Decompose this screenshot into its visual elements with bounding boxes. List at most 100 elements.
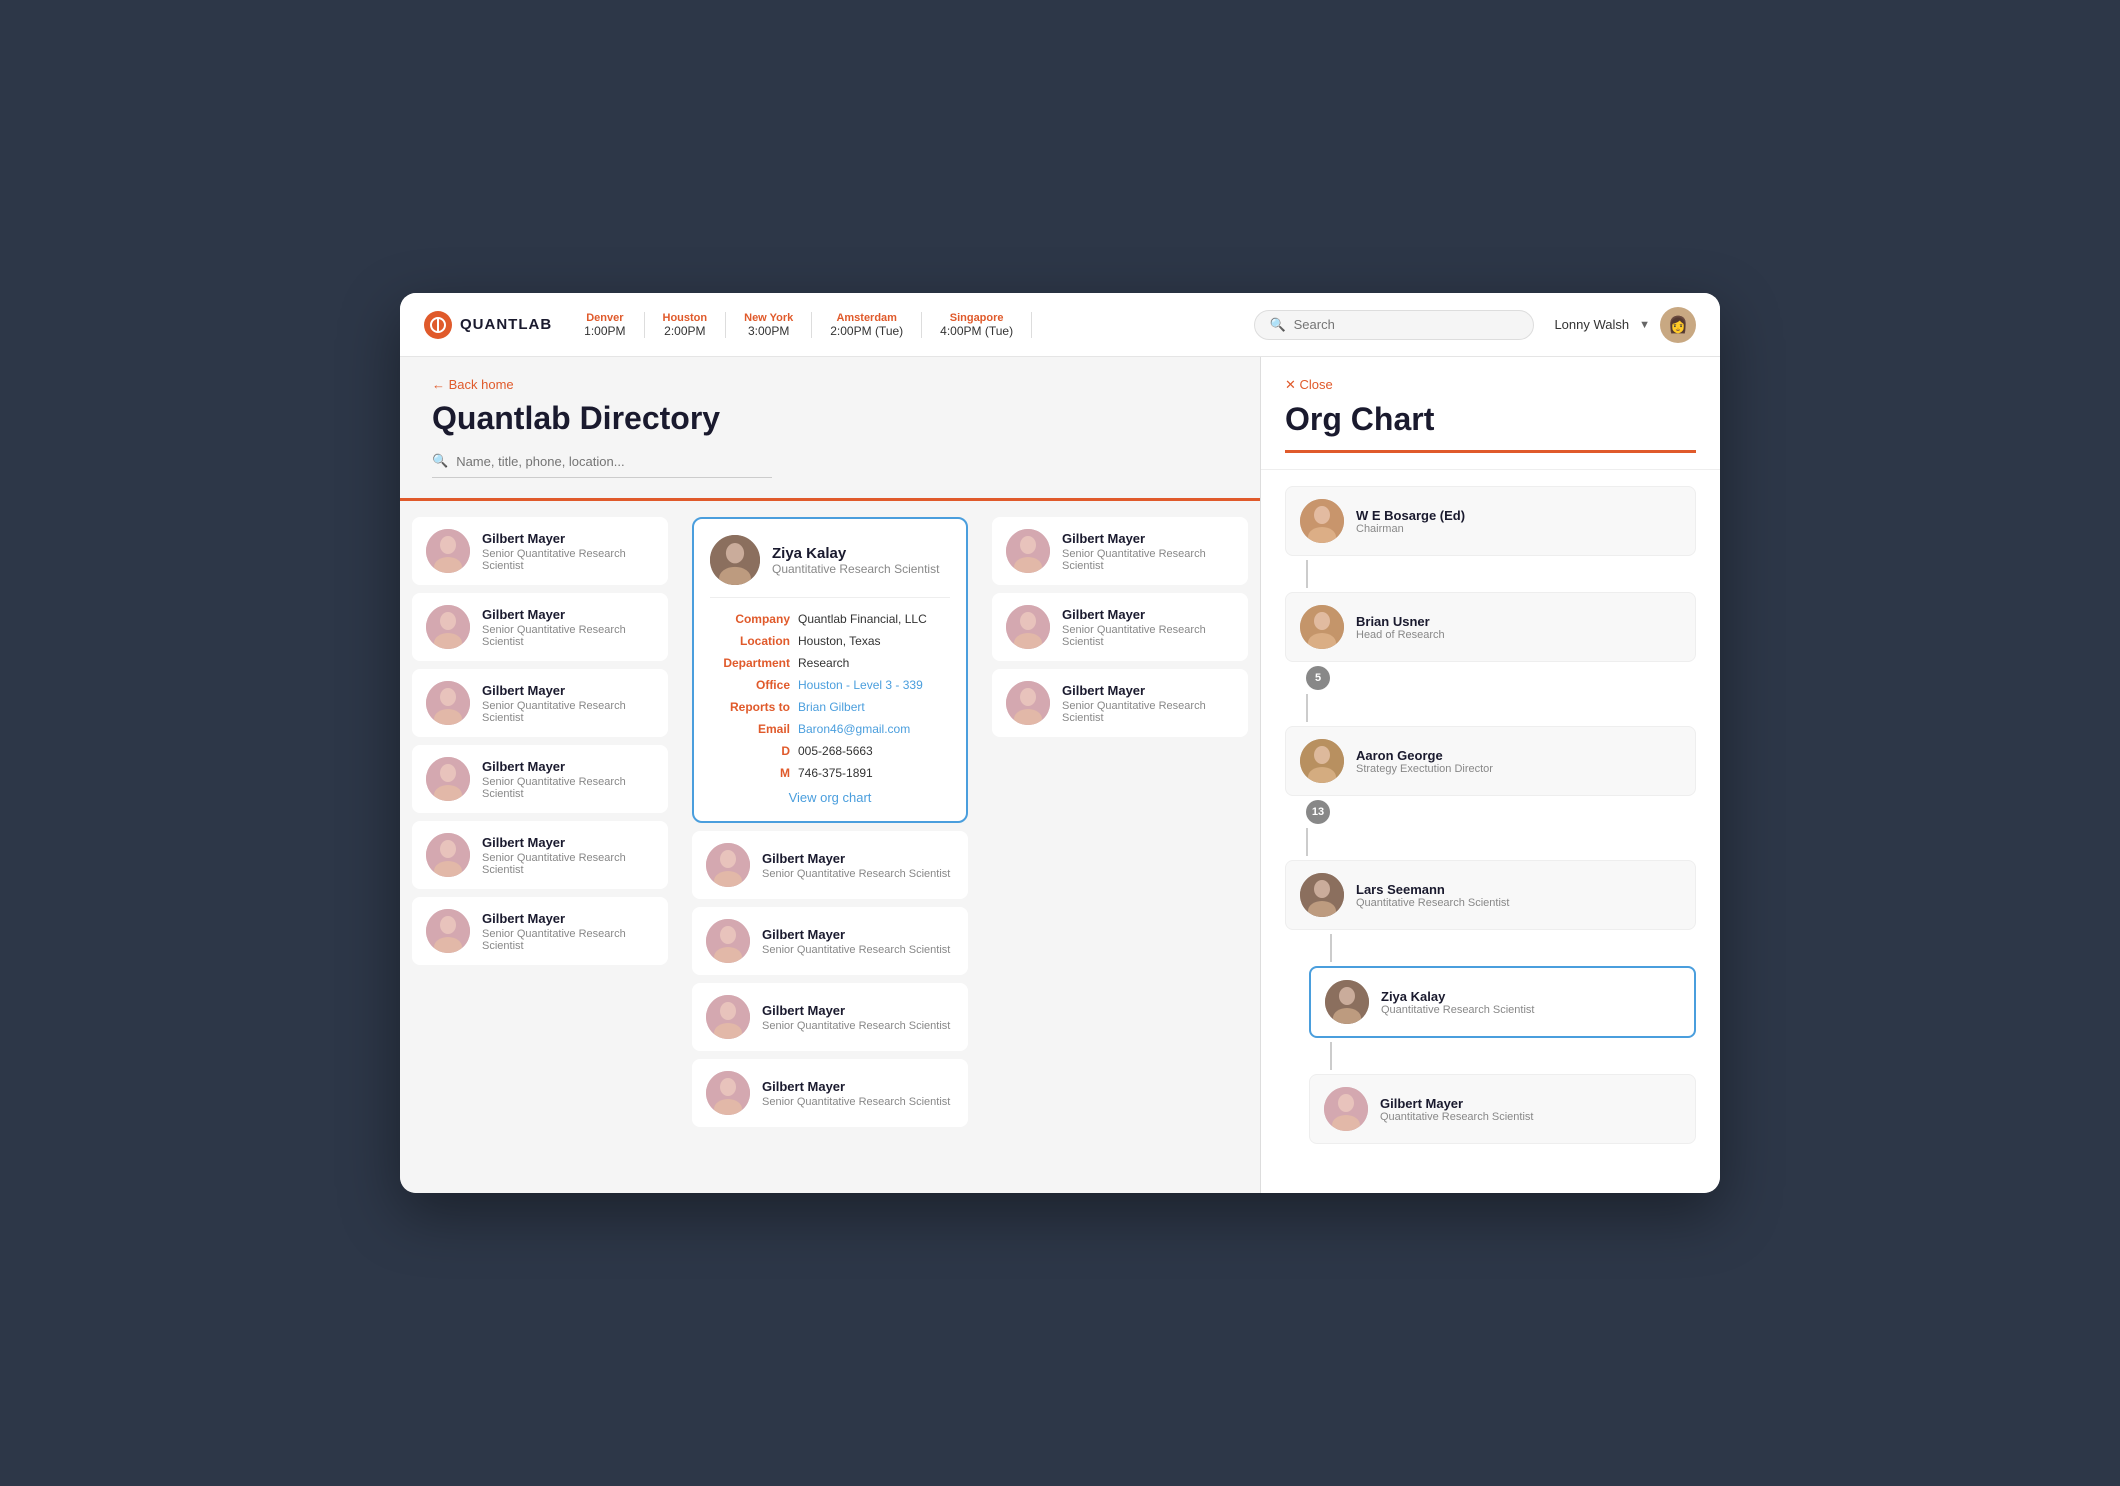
list-item[interactable]: Gilbert Mayer Senior Quantitative Resear… — [992, 669, 1248, 737]
logo[interactable]: QUANTLAB — [424, 311, 552, 339]
list-item[interactable]: Gilbert Mayer Senior Quantitative Resear… — [992, 593, 1248, 661]
org-connector — [1306, 560, 1308, 588]
global-search-input[interactable] — [1294, 317, 1520, 332]
detail-name: Ziya Kalay — [772, 545, 939, 562]
detail-row-email: Email Baron46@gmail.com — [710, 722, 950, 736]
detail-row-office: Office Houston - Level 3 - 339 — [710, 678, 950, 692]
org-red-divider — [1285, 450, 1696, 453]
email-label: Email — [710, 722, 790, 736]
list-item[interactable]: Gilbert Mayer Senior Quantitative Resear… — [412, 517, 668, 585]
org-connector — [1330, 1042, 1332, 1070]
org-node[interactable]: Lars Seemann Quantitative Research Scien… — [1285, 860, 1696, 930]
avatar — [426, 909, 470, 953]
office-value[interactable]: Houston - Level 3 - 339 — [798, 678, 923, 692]
company-value: Quantlab Financial, LLC — [798, 612, 927, 626]
avatar — [1006, 529, 1050, 573]
expand-badge[interactable]: 13 — [1306, 800, 1330, 824]
user-name: Lonny Walsh — [1554, 317, 1629, 332]
expand-badge[interactable]: 5 — [1306, 666, 1330, 690]
person-name: Gilbert Mayer — [762, 1003, 950, 1018]
person-name: Gilbert Mayer — [482, 759, 654, 774]
person-title: Senior Quantitative Research Scientist — [482, 700, 654, 724]
person-name: Gilbert Mayer — [762, 927, 950, 942]
location-value: Houston, Texas — [798, 634, 881, 648]
directory-col-3: Gilbert Mayer Senior Quantitative Resear… — [980, 517, 1260, 1177]
directory-search-bar[interactable]: 🔍 — [432, 453, 772, 478]
mobile-label: M — [710, 766, 790, 780]
direct-label: D — [710, 744, 790, 758]
reports-to-value[interactable]: Brian Gilbert — [798, 700, 865, 714]
list-item[interactable]: Gilbert Mayer Senior Quantitative Resear… — [692, 831, 968, 899]
email-value[interactable]: Baron46@gmail.com — [798, 722, 910, 736]
person-name: Gilbert Mayer — [762, 1079, 950, 1094]
avatar — [426, 757, 470, 801]
person-name: Gilbert Mayer — [482, 607, 654, 622]
close-button[interactable]: ✕ Close — [1285, 377, 1696, 393]
org-avatar — [1300, 605, 1344, 649]
org-person-role: Quantitative Research Scientist — [1381, 1004, 1534, 1016]
person-detail-card: Ziya Kalay Quantitative Research Scienti… — [692, 517, 968, 823]
office-label: Office — [710, 678, 790, 692]
org-avatar — [1300, 873, 1344, 917]
back-link[interactable]: ← Back home — [432, 377, 1228, 392]
org-person-role: Quantitative Research Scientist — [1380, 1111, 1533, 1123]
timezone-houston: Houston2:00PM — [645, 312, 727, 338]
org-person-name: Aaron George — [1356, 748, 1493, 763]
person-name: Gilbert Mayer — [1062, 607, 1234, 622]
org-node[interactable]: W E Bosarge (Ed) Chairman — [1285, 486, 1696, 556]
org-person-name: Brian Usner — [1356, 614, 1445, 629]
person-title: Senior Quantitative Research Scientist — [482, 928, 654, 952]
search-icon: 🔍 — [1269, 317, 1285, 333]
detail-header: Ziya Kalay Quantitative Research Scienti… — [710, 535, 950, 598]
list-item[interactable]: Gilbert Mayer Senior Quantitative Resear… — [412, 745, 668, 813]
org-person-name: Lars Seemann — [1356, 882, 1509, 897]
avatar — [426, 605, 470, 649]
person-title: Senior Quantitative Research Scientist — [1062, 548, 1234, 572]
org-node[interactable]: Ziya Kalay Quantitative Research Scienti… — [1309, 966, 1696, 1038]
location-label: Location — [710, 634, 790, 648]
list-item[interactable]: Gilbert Mayer Senior Quantitative Resear… — [692, 907, 968, 975]
person-title: Senior Quantitative Research Scientist — [482, 852, 654, 876]
detail-row-company: Company Quantlab Financial, LLC — [710, 612, 950, 626]
list-item[interactable]: Gilbert Mayer Senior Quantitative Resear… — [412, 669, 668, 737]
org-person-role: Strategy Exectution Director — [1356, 763, 1493, 775]
detail-row-department: Department Research — [710, 656, 950, 670]
list-item[interactable]: Gilbert Mayer Senior Quantitative Resear… — [692, 983, 968, 1051]
detail-row-direct: D 005-268-5663 — [710, 744, 950, 758]
list-item[interactable]: Gilbert Mayer Senior Quantitative Resear… — [412, 897, 668, 965]
person-title: Senior Quantitative Research Scientist — [482, 548, 654, 572]
org-node[interactable]: Brian Usner Head of Research — [1285, 592, 1696, 662]
global-search-bar[interactable]: 🔍 — [1254, 310, 1534, 340]
person-name: Gilbert Mayer — [482, 531, 654, 546]
org-chart-title: Org Chart — [1285, 401, 1696, 438]
org-avatar — [1300, 739, 1344, 783]
detail-row-location: Location Houston, Texas — [710, 634, 950, 648]
list-item[interactable]: Gilbert Mayer Senior Quantitative Resear… — [692, 1059, 968, 1127]
directory-search-input[interactable] — [456, 454, 772, 469]
org-header: ✕ Close Org Chart — [1261, 357, 1720, 470]
person-title: Senior Quantitative Research Scientist — [762, 1096, 950, 1108]
timezone-amsterdam: Amsterdam2:00PM (Tue) — [812, 312, 922, 338]
timezone-singapore: Singapore4:00PM (Tue) — [922, 312, 1032, 338]
org-avatar — [1324, 1087, 1368, 1131]
detail-row-reports-to: Reports to Brian Gilbert — [710, 700, 950, 714]
person-name: Gilbert Mayer — [482, 683, 654, 698]
org-person-role: Quantitative Research Scientist — [1356, 897, 1509, 909]
timezone-new-york: New York3:00PM — [726, 312, 812, 338]
list-item[interactable]: Gilbert Mayer Senior Quantitative Resear… — [412, 593, 668, 661]
person-title: Senior Quantitative Research Scientist — [482, 624, 654, 648]
timezone-denver: Denver1:00PM — [584, 312, 644, 338]
user-menu[interactable]: Lonny Walsh ▼ 👩 — [1554, 307, 1696, 343]
view-org-chart-link[interactable]: View org chart — [710, 790, 950, 805]
org-panel: ✕ Close Org Chart W E Bosarge (Ed) Chair… — [1260, 357, 1720, 1193]
person-name: Gilbert Mayer — [1062, 683, 1234, 698]
list-item[interactable]: Gilbert Mayer Senior Quantitative Resear… — [992, 517, 1248, 585]
time-zones: Denver1:00PMHouston2:00PMNew York3:00PMA… — [584, 312, 1254, 338]
org-node[interactable]: Aaron George Strategy Exectution Directo… — [1285, 726, 1696, 796]
person-name: Gilbert Mayer — [482, 911, 654, 926]
person-name: Gilbert Mayer — [1062, 531, 1234, 546]
list-item[interactable]: Gilbert Mayer Senior Quantitative Resear… — [412, 821, 668, 889]
org-node[interactable]: Gilbert Mayer Quantitative Research Scie… — [1309, 1074, 1696, 1144]
org-person-name: Gilbert Mayer — [1380, 1096, 1533, 1111]
avatar — [706, 843, 750, 887]
